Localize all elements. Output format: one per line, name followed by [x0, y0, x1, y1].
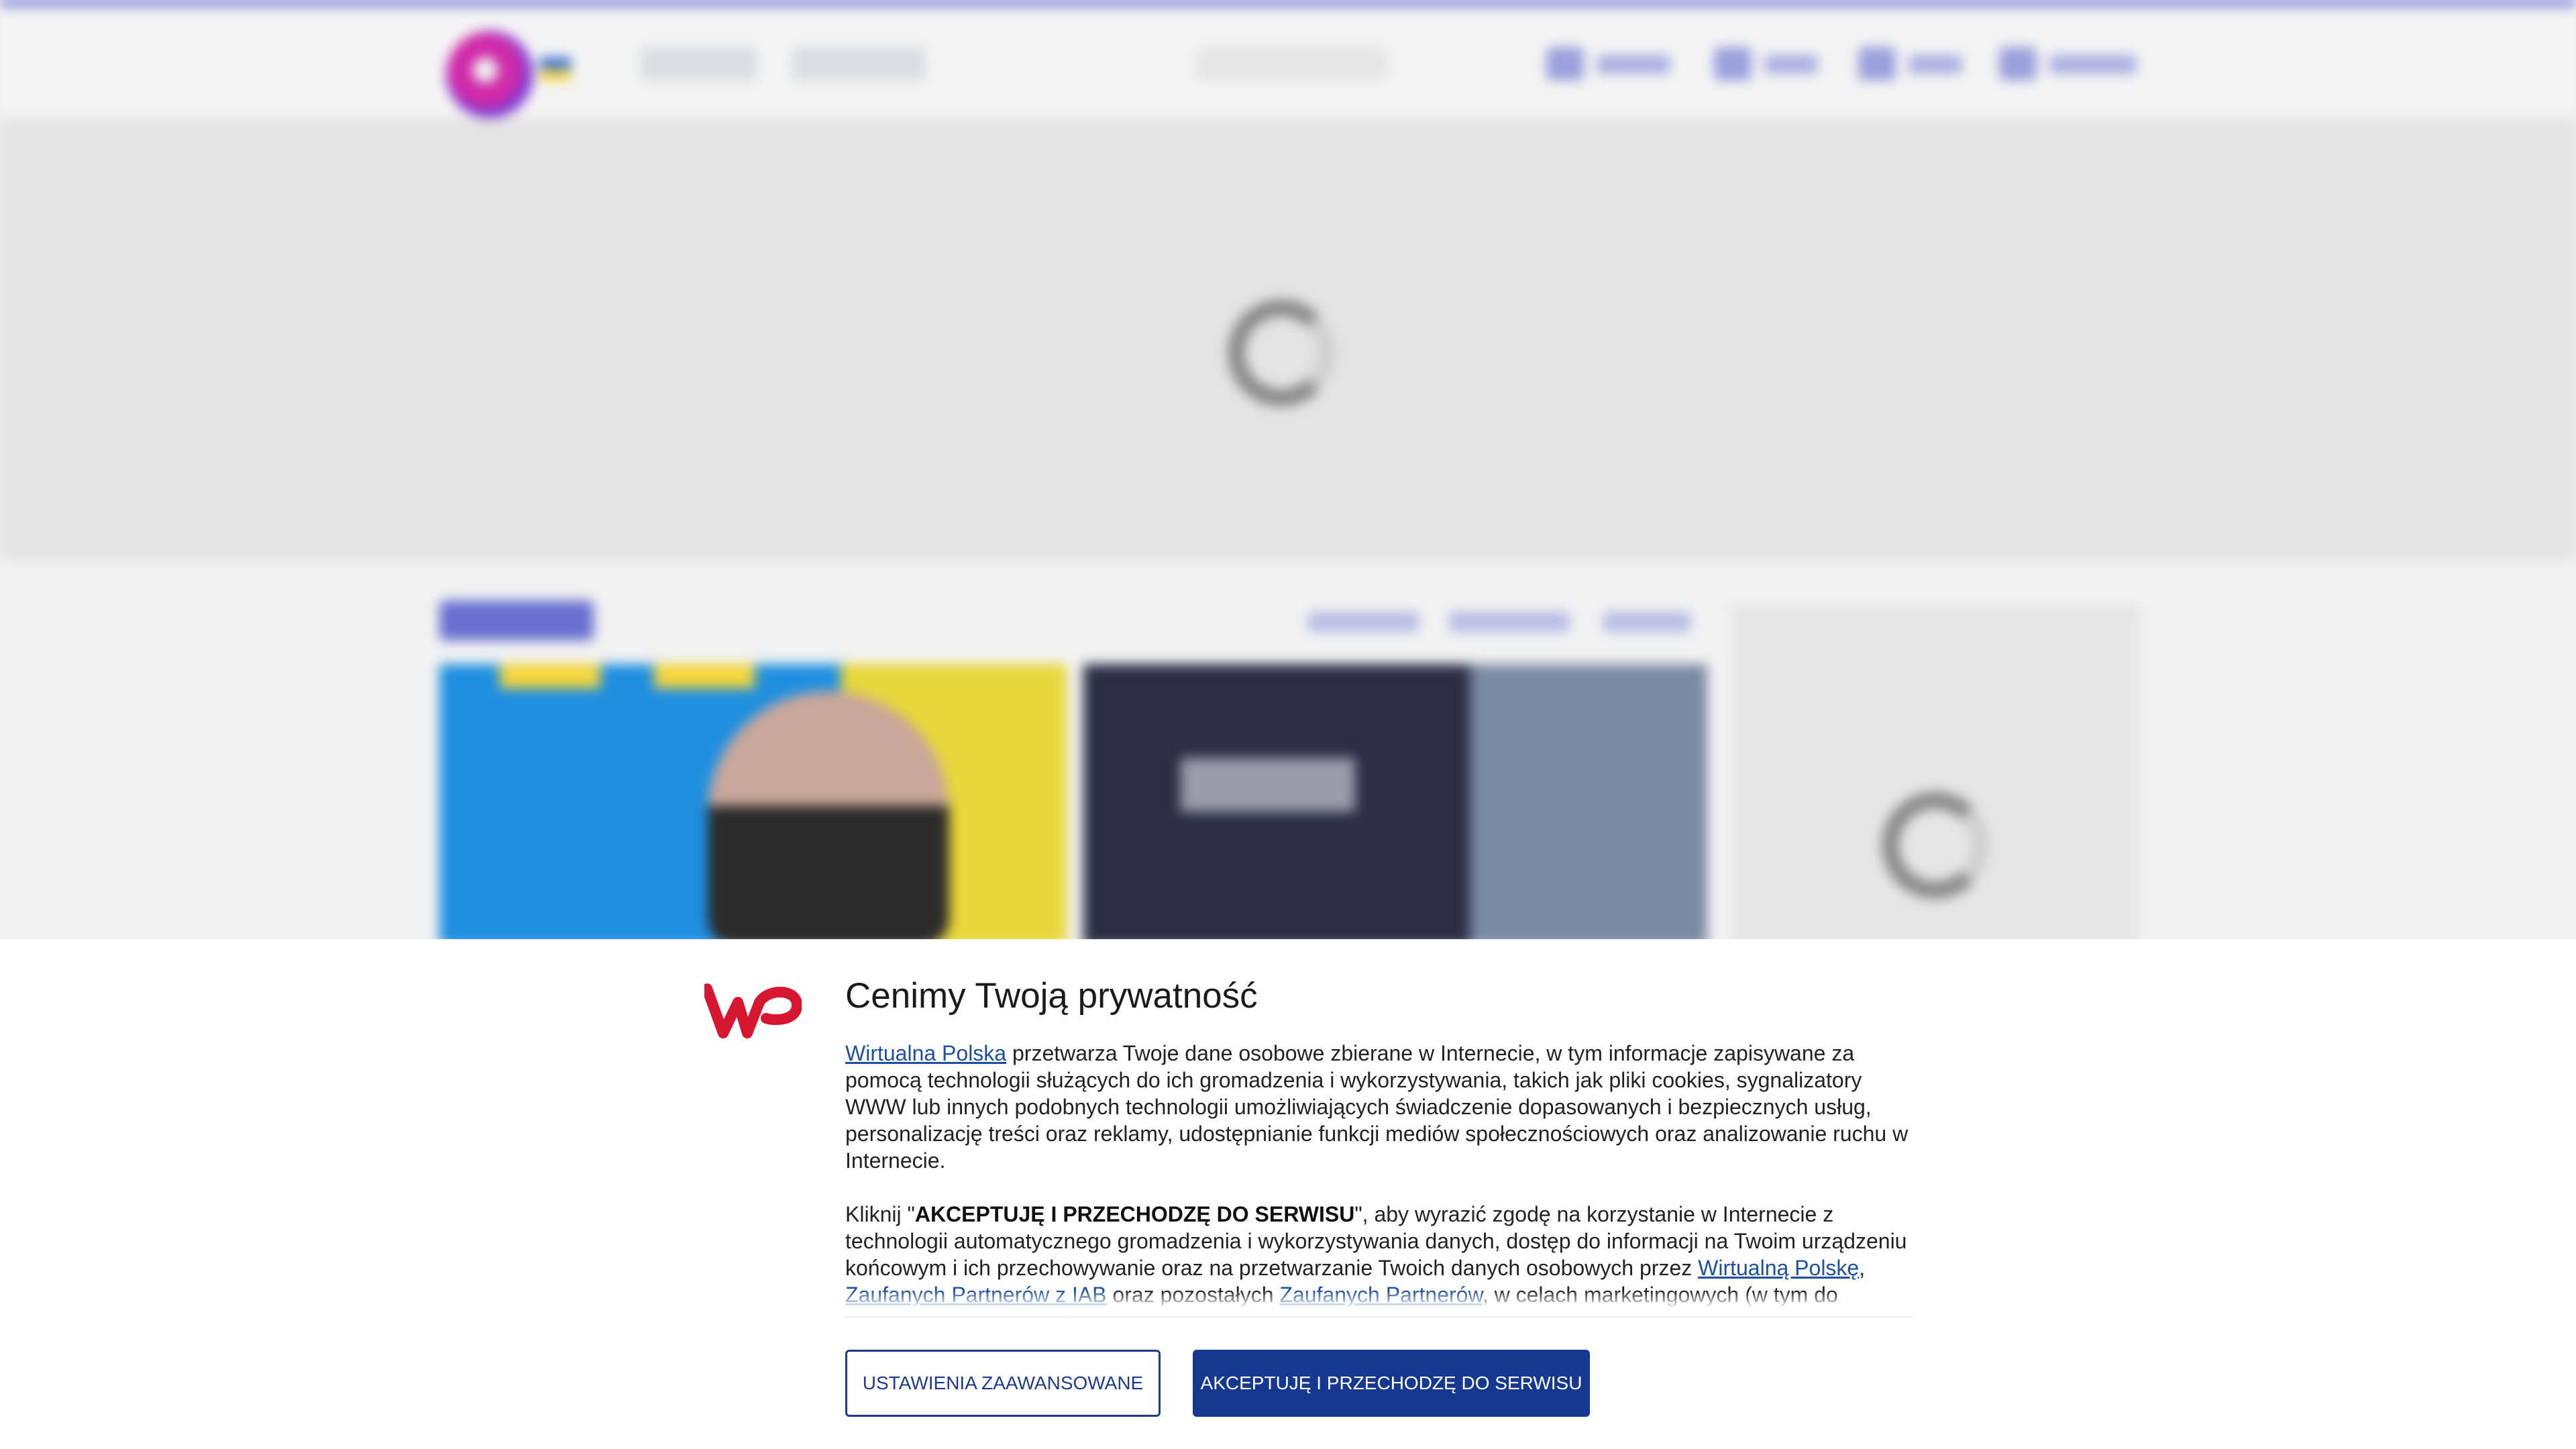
side-ad-placeholder — [1731, 604, 2140, 953]
site-header — [0, 5, 2576, 118]
wp-link-2[interactable]: Wirtualną Polskę — [1698, 1256, 1859, 1280]
section-link-3 — [1603, 612, 1690, 632]
header-link-4 — [2049, 55, 2137, 74]
accept-button[interactable]: AKCEPTUJĘ I PRZECHODZĘ DO SERWISU — [1193, 1350, 1590, 1417]
wp-link[interactable]: Wirtualna Polska — [845, 1041, 1006, 1065]
location-widget — [792, 47, 926, 80]
text-fade — [845, 1291, 1919, 1308]
consent-title: Cenimy Twoją prywatność — [845, 976, 1258, 1016]
cart-icon — [1714, 47, 1752, 80]
site-logo — [446, 31, 533, 118]
consent-paragraph-1: Wirtualna Polska przetwarza Twoje dane o… — [845, 1041, 1909, 1173]
privacy-consent-panel: Cenimy Twoją prywatność Wirtualna Polska… — [0, 939, 2576, 1449]
weather-widget — [641, 47, 758, 80]
loading-spinner-icon — [1228, 299, 1335, 407]
ad-placeholder — [0, 118, 2576, 561]
advanced-settings-button[interactable]: USTAWIENIA ZAAWANSOWANE — [845, 1350, 1161, 1417]
consent-content: Cenimy Twoją prywatność Wirtualna Polska… — [845, 973, 1919, 1308]
header-link-2 — [1764, 55, 1818, 74]
consent-divider — [845, 1316, 1912, 1318]
wp-logo-icon — [704, 983, 802, 1038]
header-link-3 — [1909, 55, 1962, 74]
ukraine-flag-icon — [540, 58, 571, 80]
section-link-2 — [1449, 612, 1570, 632]
mail-icon — [1546, 47, 1584, 80]
section-link-1 — [1308, 612, 1419, 632]
loading-spinner-icon — [1882, 792, 1989, 899]
news-card-image-2 — [1083, 664, 1707, 946]
section-title — [439, 600, 594, 641]
consent-text-scroll[interactable]: Wirtualna Polska przetwarza Twoje dane o… — [845, 1040, 1919, 1308]
search-box — [1194, 47, 1389, 80]
header-link-1 — [1597, 55, 1670, 74]
tv-icon — [1858, 47, 1896, 80]
top-accent-stripe — [0, 0, 2576, 5]
phone-icon — [1999, 47, 2037, 80]
news-card-image-1 — [439, 664, 1067, 946]
